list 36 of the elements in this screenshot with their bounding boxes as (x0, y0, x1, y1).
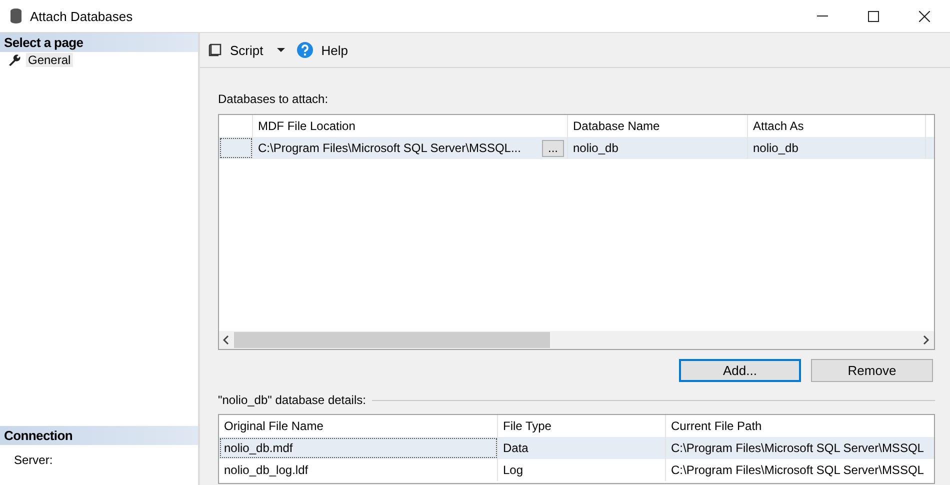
database-icon (10, 8, 22, 24)
table-cell: Data (498, 437, 666, 459)
page-item[interactable]: General (26, 53, 73, 67)
browse-button[interactable]: ... (542, 140, 564, 156)
script-icon (208, 43, 222, 57)
close-icon[interactable] (919, 10, 930, 22)
scroll-left-icon[interactable] (223, 335, 230, 345)
table-cell: nolio_db_log.ldf (219, 459, 498, 481)
table-cell: nolio_db (748, 137, 926, 159)
remove-button[interactable]: Remove (811, 359, 933, 382)
table-cell: nolio_db (568, 137, 748, 159)
table-cell: Log (498, 459, 666, 481)
table-row[interactable]: nolio_db.mdf Data C:\Program Files\Microsoft SQL Server\MSSQL (219, 437, 934, 459)
help-button[interactable]: Help (319, 40, 350, 60)
table-row[interactable]: C:\Program Files\Microsoft SQL Server\MSSQL... ... nolio_db nolio_db (219, 137, 934, 159)
table-cell-text: C:\Program Files\Microsoft SQL Server\MSSQL... (258, 141, 522, 155)
maximize-icon[interactable] (868, 10, 879, 22)
server-label: Server: (13, 452, 54, 469)
caret-icon[interactable] (277, 48, 286, 52)
row-header[interactable] (219, 137, 253, 159)
scroll-thumb[interactable] (234, 332, 550, 348)
window-title: Attach Databases (30, 8, 134, 24)
table-cell: nolio_db.mdf (219, 437, 498, 459)
add-button[interactable]: Add... (679, 359, 801, 382)
section-header: Connection (0, 426, 198, 445)
table-cell: C:\Program Files\Microsoft SQL Server\MSSQL (666, 459, 934, 481)
scroll-right-icon[interactable] (923, 335, 930, 345)
table-cell: C:\Program Files\Microsoft SQL Server\MSSQL (666, 437, 934, 459)
section-header: Select a page (0, 33, 198, 52)
wrench-icon (8, 53, 21, 67)
horizontal-scrollbar[interactable] (219, 331, 934, 349)
help-icon (297, 42, 314, 58)
section-label: "nolio_db" database details: (218, 393, 366, 407)
table-row[interactable]: nolio_db_log.ldf Log C:\Program Files\Microsoft SQL Server\MSSQL (219, 459, 934, 481)
section-label: Databases to attach: (218, 92, 330, 106)
script-button[interactable]: Script (228, 40, 266, 60)
